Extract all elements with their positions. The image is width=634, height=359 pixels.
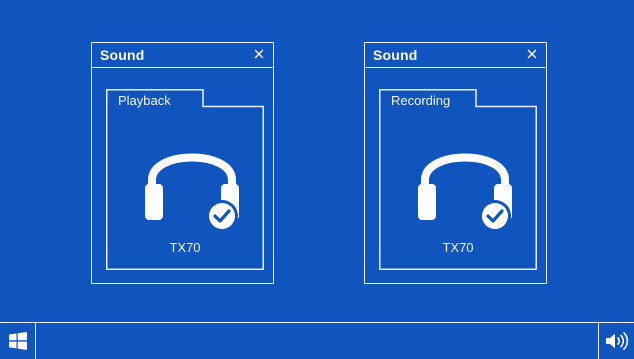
sound-window-playback: Sound Playback TX70 xyxy=(91,42,274,284)
window-titlebar: Sound xyxy=(92,43,273,68)
taskbar xyxy=(0,322,634,359)
volume-button[interactable] xyxy=(598,323,634,359)
device-name: TX70 xyxy=(169,240,201,255)
window-title: Sound xyxy=(100,47,145,63)
tab-panel-playback: Playback TX70 xyxy=(106,89,264,270)
window-title: Sound xyxy=(373,47,418,63)
desktop: Sound Playback TX70 Sound Recording TX70 xyxy=(0,0,634,322)
headphones-check-icon xyxy=(145,153,239,232)
start-button[interactable] xyxy=(0,323,36,359)
headphones-check-icon xyxy=(418,153,512,232)
close-icon[interactable] xyxy=(251,46,267,62)
volume-icon xyxy=(606,332,629,350)
sound-window-recording: Sound Recording TX70 xyxy=(364,42,547,284)
device-name: TX70 xyxy=(442,240,474,255)
windows-start-icon xyxy=(9,332,27,350)
window-titlebar: Sound xyxy=(365,43,546,68)
tab-playback[interactable]: Playback xyxy=(118,93,171,108)
tab-recording[interactable]: Recording xyxy=(391,93,450,108)
close-icon[interactable] xyxy=(524,46,540,62)
tab-panel-recording: Recording TX70 xyxy=(379,89,537,270)
